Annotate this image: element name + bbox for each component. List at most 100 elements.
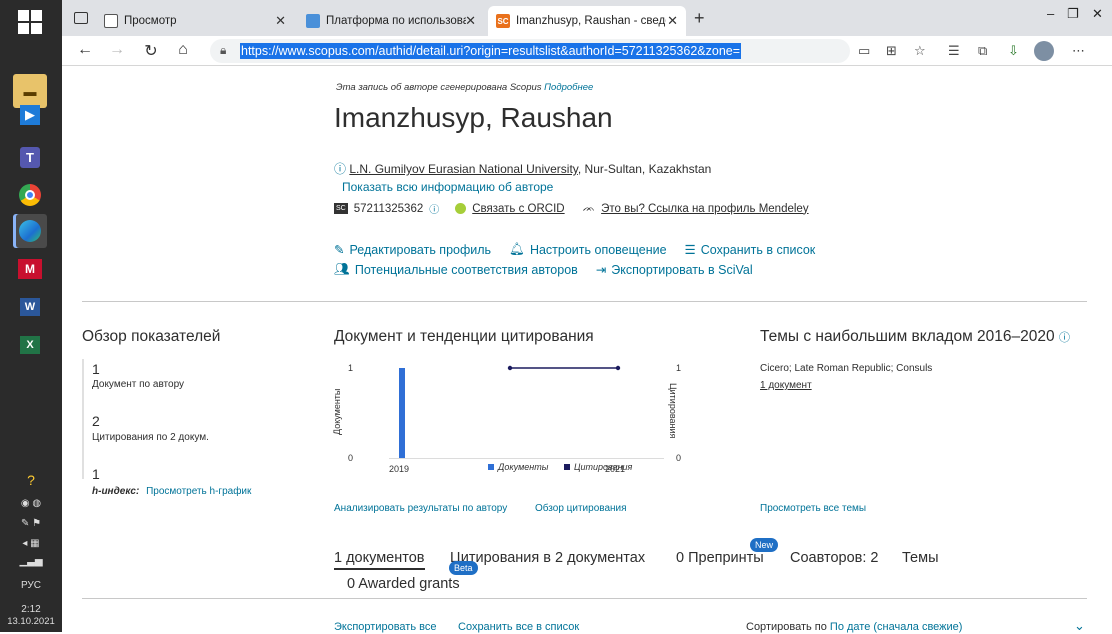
windows-start-icon[interactable]	[18, 10, 42, 34]
h-index-value: 1	[92, 466, 100, 482]
edit-profile-button[interactable]: ✎ Редактировать профиль	[334, 242, 492, 258]
scopus-id-icon: SC	[334, 203, 348, 214]
x-tick-label: 2019	[389, 464, 409, 474]
y-right-axis-label: Цитирования	[668, 383, 678, 439]
tab-topics[interactable]: Темы	[902, 550, 939, 566]
apps-icon[interactable]: ⊞	[886, 43, 897, 59]
export-all-link[interactable]: Экспортировать все	[334, 621, 436, 633]
favorite-star-icon[interactable]: ☆	[914, 43, 926, 59]
orcid-link[interactable]: Связать с ORCID	[472, 203, 564, 215]
tab-1[interactable]: Просмотр ✕	[96, 6, 294, 36]
citations-count: 2	[92, 413, 100, 429]
back-icon[interactable]: ←	[74, 41, 96, 59]
divider	[82, 598, 1087, 599]
edit-profile-label: Редактировать профиль	[349, 242, 492, 257]
topics-title: Темы с наибольшим вкладом 2016–2020 ⓘ	[760, 328, 1070, 346]
word-icon[interactable]: W	[13, 290, 47, 324]
excel-icon[interactable]: X	[13, 328, 47, 362]
legend-citations-swatch	[564, 464, 570, 470]
tab-preprints[interactable]: 0 Препринты	[676, 550, 764, 566]
save-to-list-button[interactable]: ☰ Сохранить в список	[685, 242, 816, 258]
tab-actions-icon[interactable]	[74, 12, 88, 24]
view-all-topics-link[interactable]: Просмотреть все темы	[760, 503, 866, 514]
export-scival-button[interactable]: ⇥ Экспортировать в SciVal	[595, 262, 753, 278]
collections-icon[interactable]: ⧉	[978, 43, 987, 59]
profile-avatar[interactable]	[1034, 41, 1054, 61]
actions-row-2: 👥︎ Потенциальные соответствия авторов ⇥ Эк…	[334, 262, 753, 277]
close-icon[interactable]: ✕	[465, 13, 476, 29]
close-icon[interactable]: ✕	[667, 13, 678, 29]
tab-2[interactable]: Платформа по использованию ✕	[298, 6, 484, 36]
tab-awarded-grants[interactable]: 0 Awarded grants	[347, 576, 460, 592]
sort-control[interactable]: Сортировать по По дате (сначала свежие)	[746, 621, 962, 633]
set-alert-button[interactable]: 🔔︎ Настроить оповещение	[509, 242, 666, 257]
h-index-label: h-индекс:	[92, 486, 140, 497]
browser-tab-bar: Просмотр ✕ Платформа по использованию ✕ …	[62, 0, 1112, 36]
tray-network-icon[interactable]: ✎ ⚑	[0, 518, 62, 529]
author-id-row: SC 57211325362 ⓘ Связать с ORCID ᨏ Это в…	[334, 201, 809, 216]
y-left-axis-label: Документы	[332, 389, 342, 435]
new-tab-button[interactable]: +	[694, 8, 705, 29]
help-icon[interactable]: ?	[0, 472, 62, 488]
affiliation-location: , Nur-Sultan, Kazakhstan	[577, 162, 712, 176]
citations-point	[507, 365, 513, 371]
reader-view-icon[interactable]: ▭	[858, 43, 870, 59]
browser-address-bar: ← → ↻ ⌂ 🔒︎ https://www.scopus.com/authid…	[62, 36, 1112, 66]
generated-note: Эта запись об авторе сгенерирована Scopu…	[336, 82, 593, 93]
input-language[interactable]: РУС	[0, 580, 62, 591]
tab-3-active[interactable]: SC Imanzhusyp, Raushan - сведени ✕	[488, 6, 686, 36]
info-icon[interactable]: ⓘ	[1059, 332, 1070, 344]
potential-matches-button[interactable]: 👥︎ Потенциальные соответствия авторов	[334, 262, 578, 277]
citation-overview-link[interactable]: Обзор цитирования	[535, 503, 627, 514]
topic-docs-link[interactable]: 1 документ	[760, 380, 812, 391]
restore-button[interactable]: ❐	[1067, 6, 1079, 22]
page-icon	[306, 14, 320, 28]
tray-icons[interactable]: ◉ ◍	[0, 498, 62, 509]
url-text: https://www.scopus.com/authid/detail.uri…	[240, 43, 742, 59]
forward-icon[interactable]: →	[106, 41, 128, 59]
url-input[interactable]: 🔒︎ https://www.scopus.com/authid/detail.…	[210, 39, 850, 63]
tab-citations[interactable]: Цитирования в 2 документах	[450, 550, 645, 566]
info-icon[interactable]: ⓘ	[429, 201, 439, 216]
volume-icon[interactable]: ◂ ▦	[0, 538, 62, 549]
affiliation-link[interactable]: L.N. Gumilyov Eurasian National Universi…	[349, 162, 578, 176]
author-name: Imanzhusyp, Raushan	[334, 102, 613, 133]
mendeley-link[interactable]: Это вы? Ссылка на профиль Mendeley	[601, 203, 808, 215]
edge-icon[interactable]	[13, 214, 47, 248]
y-right-tick-label: 0	[676, 453, 681, 463]
home-icon[interactable]: ⌂	[172, 41, 194, 59]
documents-label: Документ по автору	[92, 379, 185, 390]
teams-icon[interactable]: T	[13, 140, 47, 174]
topics-title-text: Темы с наибольшим вкладом 2016–2020	[760, 328, 1055, 345]
h-index-row: h-индекс: Просмотреть h-график	[92, 486, 251, 497]
chrome-icon[interactable]	[13, 178, 47, 212]
show-all-info-link[interactable]: Показать всю информацию об авторе	[342, 180, 553, 194]
scopus-favicon-icon: SC	[496, 14, 510, 28]
save-all-link[interactable]: Сохранить все в список	[458, 621, 579, 633]
more-info-link[interactable]: Подробнее	[544, 82, 593, 93]
clock-date[interactable]: 13.10.2021	[0, 616, 62, 627]
refresh-icon[interactable]: ↻	[140, 41, 162, 61]
mcafee-icon[interactable]: M	[13, 252, 47, 286]
tab-coauthors[interactable]: Соавторов: 2	[790, 550, 878, 566]
more-menu-icon[interactable]: ⋯	[1072, 43, 1085, 59]
analyze-results-link[interactable]: Анализировать результаты по автору	[334, 503, 507, 514]
export-icon: ⇥	[595, 263, 607, 277]
close-icon[interactable]: ✕	[275, 13, 286, 29]
tab-2-title: Платформа по использованию	[326, 15, 466, 27]
export-scival-label: Экспортировать в SciVal	[611, 262, 753, 277]
favorites-icon[interactable]: ☰	[948, 43, 960, 59]
h-graph-link[interactable]: Просмотреть h-график	[146, 486, 251, 497]
clock-time[interactable]: 2:12	[0, 604, 62, 615]
media-player-icon[interactable]: ▶	[13, 98, 47, 132]
scopus-author-page: Эта запись об авторе сгенерирована Scopu…	[62, 66, 1112, 633]
close-window-button[interactable]: ✕	[1092, 6, 1103, 22]
minimize-button[interactable]: –	[1047, 6, 1054, 21]
tab-3-title: Imanzhusyp, Raushan - сведени	[516, 15, 666, 27]
tab-documents[interactable]: 1 документов	[334, 550, 425, 570]
download-icon[interactable]: ⇩	[1008, 43, 1019, 59]
info-icon: ⓘ	[334, 162, 347, 176]
sort-value[interactable]: По дате (сначала свежие)	[830, 621, 963, 633]
new-badge: New	[750, 538, 779, 552]
citations-point	[615, 365, 621, 371]
